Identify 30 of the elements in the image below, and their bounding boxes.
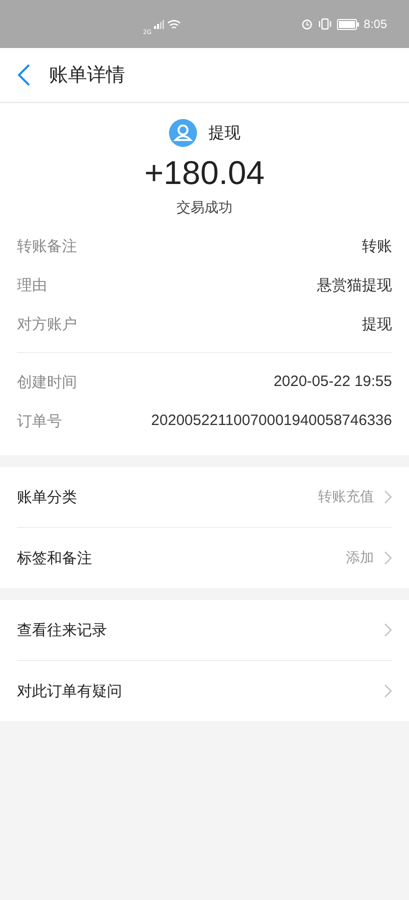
- menu-row[interactable]: 查看往来记录: [17, 600, 392, 660]
- avatar-icon: [168, 119, 196, 147]
- chevron-icon: [384, 490, 392, 504]
- chevron-icon: [384, 623, 392, 637]
- status-time: 8:05: [364, 17, 387, 31]
- detail-value: 20200522110070001940058746336: [151, 412, 392, 429]
- detail-value: 悬赏猫提现: [317, 276, 392, 295]
- chevron-icon: [384, 684, 392, 698]
- detail-value: 提现: [362, 315, 392, 334]
- wifi-icon: [167, 18, 182, 30]
- back-icon[interactable]: [17, 64, 31, 86]
- detail-label: 理由: [17, 276, 47, 295]
- chevron-icon: [384, 551, 392, 565]
- menu-row[interactable]: 对此订单有疑问: [17, 660, 392, 721]
- payee-name: 提现: [208, 122, 240, 144]
- menu-row[interactable]: 标签和备注 添加: [17, 527, 392, 588]
- vibrate-icon: [318, 18, 332, 30]
- detail-label: 订单号: [17, 412, 62, 431]
- detail-label: 创建时间: [17, 373, 77, 392]
- alarm-icon: [300, 18, 313, 30]
- menu-row[interactable]: 账单分类 转账充值: [17, 467, 392, 527]
- amount: +180.04: [144, 153, 265, 193]
- transaction-status: 交易成功: [176, 199, 232, 217]
- detail-value: 转账: [362, 237, 392, 256]
- detail-value: 2020-05-22 19:55: [274, 373, 392, 390]
- page-title: 账单详情: [49, 63, 125, 88]
- detail-label: 对方账户: [17, 315, 77, 334]
- signal-icon: [154, 19, 164, 29]
- detail-label: 转账备注: [17, 237, 77, 256]
- battery-icon: [336, 18, 359, 30]
